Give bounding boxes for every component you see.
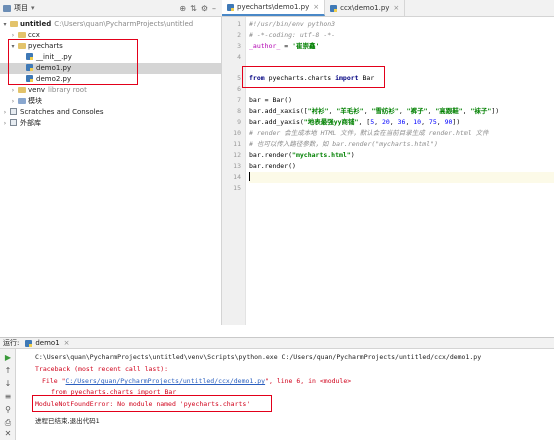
- code-line-3: _author_ = '崔崇鑫': [249, 42, 320, 50]
- tab-pyecharts-demo1[interactable]: pyecharts\demo1.py ×: [222, 0, 326, 16]
- code-line-2: # -*-coding: utf-8 -*-: [249, 31, 336, 39]
- collapse-all-icon[interactable]: ⇅: [190, 4, 197, 13]
- tree-item-path: library root: [48, 86, 87, 94]
- tab-ccx-demo1[interactable]: ccx\demo1.py ×: [325, 0, 406, 16]
- tree-item-path: C:\Users\quan\PycharmProjects\untitled: [54, 20, 194, 28]
- locate-file-icon[interactable]: ⊕: [179, 4, 186, 13]
- tree-item-label: 外部库: [20, 119, 41, 127]
- gear-icon[interactable]: ⚙: [201, 4, 208, 13]
- code-line-11: # 也可以传入路径参数，如 bar.render("mycharts.html"…: [249, 140, 438, 148]
- run-toolbar: ▶ ↑ ↓ ≡ ⚲ ⎙ ✕: [0, 349, 16, 440]
- run-panel-header: 运行: demo1 ×: [0, 337, 554, 349]
- line-number: 11: [233, 140, 241, 148]
- line-number: 9: [237, 118, 241, 126]
- library-icon: [10, 119, 17, 126]
- text-caret: [249, 172, 250, 181]
- line-number: 2: [237, 31, 241, 39]
- tree-item-modules[interactable]: › 模块: [0, 96, 221, 107]
- file-prefix: File ": [42, 377, 66, 385]
- tab-label: pyecharts\demo1.py: [237, 3, 310, 11]
- tree-item-venv[interactable]: › venv library root: [0, 85, 221, 96]
- tree-item-label: untitled: [20, 20, 52, 28]
- python-file-icon: [25, 339, 33, 347]
- scroll-up-icon[interactable]: ↑: [3, 366, 13, 376]
- tree-item-external-libraries[interactable]: › 外部库: [0, 118, 221, 129]
- folder-icon: [18, 87, 26, 93]
- pin-icon[interactable]: ⚲: [3, 405, 13, 415]
- expand-arrow-icon[interactable]: ▾: [2, 19, 8, 30]
- code-editor[interactable]: #!/usr/bin/env python3 # -*-coding: utf-…: [242, 17, 554, 325]
- run-tab-demo1[interactable]: demo1: [35, 339, 59, 347]
- console-exit-line: 进程已结束,退出代码1: [35, 417, 100, 425]
- project-panel-title: 项目: [14, 4, 28, 12]
- close-icon[interactable]: ×: [393, 4, 399, 12]
- console-traceback-line: Traceback (most recent call last):: [35, 365, 169, 373]
- line-number: 13: [233, 162, 241, 170]
- scroll-down-icon[interactable]: ↓: [3, 379, 13, 389]
- project-tree: ▾ untitled C:\Users\quan\PycharmProjects\u…: [0, 17, 222, 325]
- code-line-9: bar.add_yaxis("地表最强yy商铺", [5, 20, 36, 10…: [249, 118, 461, 126]
- highlight-box-pyecharts-folder: [8, 39, 138, 85]
- line-number: 6: [237, 85, 241, 93]
- tree-item-scratches[interactable]: › Scratches and Consoles: [0, 107, 221, 118]
- collapse-arrow-icon[interactable]: ›: [10, 85, 16, 96]
- line-number: 14: [233, 173, 241, 181]
- line-number-gutter: 1 2 3 4 5 6 7 8 9 10 11 12 13 14 15: [222, 17, 246, 325]
- traceback-file-link[interactable]: C:/Users/quan/PycharmProjects/untitled/c…: [65, 377, 265, 385]
- rerun-icon[interactable]: ▶: [3, 353, 13, 363]
- collapse-arrow-icon[interactable]: ›: [2, 107, 8, 118]
- code-line-12: bar.render("mycharts.html"): [249, 151, 355, 159]
- collapse-arrow-icon[interactable]: ›: [10, 96, 16, 107]
- tree-item-label: 模块: [28, 97, 42, 105]
- tree-item-label: Scratches and Consoles: [20, 108, 104, 116]
- tree-item-untitled[interactable]: ▾ untitled C:\Users\quan\PycharmProjects\u…: [0, 19, 221, 30]
- console-command-line: C:\Users\quan\PycharmProjects\untitled\v…: [35, 353, 482, 361]
- line-number: 8: [237, 107, 241, 115]
- line-number: 1: [237, 20, 241, 28]
- highlight-box-error: [32, 395, 272, 412]
- folder-icon: [10, 21, 18, 27]
- code-line-8: bar.add_xaxis(["衬衫", "羊毛衫", "雪纺衫", "裤子",…: [249, 107, 500, 115]
- line-number: 5: [237, 74, 241, 82]
- collapse-arrow-icon[interactable]: ›: [2, 118, 8, 129]
- project-panel-header: 项目 ▾ ⊕ ⇅ ⚙ –: [0, 0, 222, 17]
- code-line-13: bar.render(): [249, 162, 296, 170]
- tree-item-label: ccx: [28, 31, 40, 39]
- line-number: 10: [233, 129, 241, 137]
- tree-item-label: venv: [28, 86, 46, 94]
- line-number: 7: [237, 96, 241, 104]
- python-file-icon: [330, 4, 338, 12]
- code-line-1: #!/usr/bin/env python3: [249, 20, 336, 28]
- hide-panel-icon[interactable]: –: [212, 4, 216, 13]
- line-number: 4: [237, 53, 241, 61]
- run-panel-label: 运行:: [3, 339, 20, 347]
- code-line-10: # render 会生成本地 HTML 文件，默认会在当前目录生成 render…: [249, 129, 489, 137]
- code-line-14: [249, 172, 554, 183]
- python-file-icon: [227, 3, 234, 11]
- print-icon[interactable]: ⎙: [3, 418, 13, 428]
- run-console[interactable]: C:\Users\quan\PycharmProjects\untitled\v…: [17, 349, 554, 440]
- delete-icon[interactable]: ✕: [3, 429, 13, 439]
- close-icon[interactable]: ×: [313, 3, 319, 11]
- line-number: 3: [237, 42, 241, 50]
- folder-icon: [18, 98, 26, 104]
- code-line-7: bar = Bar(): [249, 96, 293, 104]
- editor-tab-bar: pyecharts\demo1.py × ccx\demo1.py ×: [222, 0, 554, 17]
- project-view-dropdown[interactable]: 项目 ▾: [0, 3, 35, 13]
- line-number: 15: [233, 184, 241, 192]
- chevron-down-icon: ▾: [31, 4, 35, 12]
- close-icon[interactable]: ×: [64, 339, 70, 347]
- project-icon: [3, 4, 11, 12]
- tab-label: ccx\demo1.py: [340, 4, 390, 12]
- line-number: 12: [233, 151, 241, 159]
- soft-wrap-icon[interactable]: ≡: [3, 392, 13, 402]
- scratches-icon: [10, 108, 17, 115]
- file-suffix: ", line 6, in <module>: [265, 377, 352, 385]
- folder-icon: [18, 32, 26, 38]
- highlight-box-import-line: [242, 66, 385, 88]
